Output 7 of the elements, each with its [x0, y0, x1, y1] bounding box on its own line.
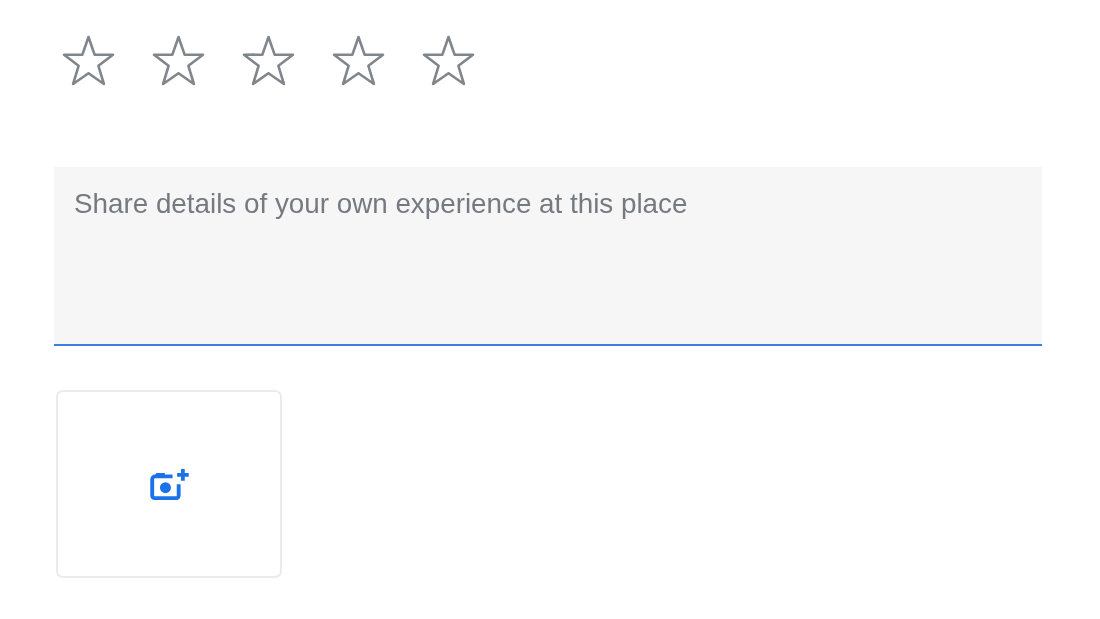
star-icon[interactable] — [62, 35, 115, 86]
star-icon[interactable] — [152, 35, 205, 86]
camera-plus-icon — [148, 468, 190, 500]
star-icon[interactable] — [242, 35, 295, 86]
star-icon[interactable] — [332, 35, 385, 86]
star-icon[interactable] — [422, 35, 475, 86]
review-field[interactable]: Share details of your own experience at this place — [54, 167, 1042, 346]
